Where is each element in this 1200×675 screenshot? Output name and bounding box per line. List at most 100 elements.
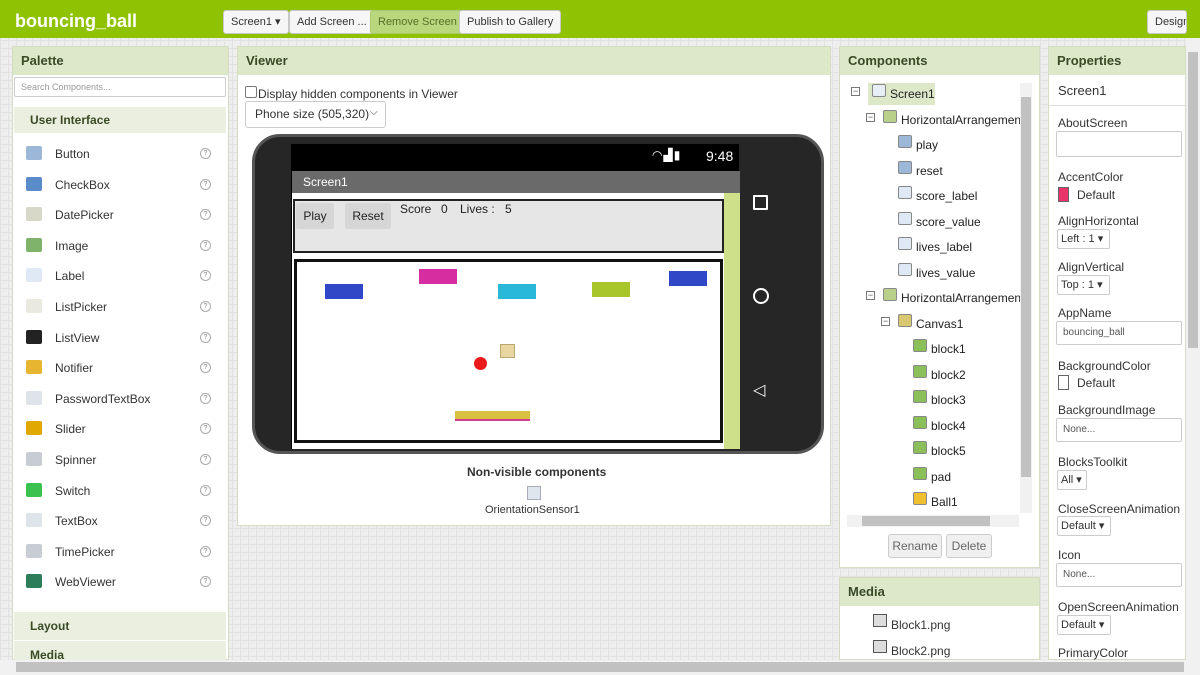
help-icon[interactable]: ? xyxy=(200,515,211,527)
category-user-interface[interactable]: User Interface xyxy=(14,107,226,133)
block3-sprite[interactable] xyxy=(498,284,536,299)
palette-item-button[interactable]: Button? xyxy=(26,144,216,164)
help-icon[interactable]: ? xyxy=(200,392,211,404)
components-scroll-thumb[interactable] xyxy=(1021,97,1031,477)
background-color-value[interactable]: Default xyxy=(1077,376,1115,390)
ball-sprite[interactable] xyxy=(474,357,487,370)
tree-node[interactable]: pad xyxy=(913,466,951,488)
tree-node[interactable]: block5 xyxy=(913,440,966,462)
align-vertical-select[interactable]: Top : 1 ▾ xyxy=(1057,275,1110,295)
help-icon[interactable]: ? xyxy=(200,301,211,312)
tree-node[interactable]: HorizontalArrangemen xyxy=(883,287,1021,309)
tree-node[interactable]: score_value xyxy=(898,211,981,233)
collapse-icon[interactable]: − xyxy=(866,291,875,300)
palette-item-checkbox[interactable]: CheckBox? xyxy=(26,175,216,195)
blocks-toolkit-select[interactable]: All ▾ xyxy=(1057,470,1087,490)
help-icon[interactable]: ? xyxy=(200,209,211,221)
palette-item-notifier[interactable]: Notifier? xyxy=(26,358,216,378)
help-icon[interactable]: ? xyxy=(200,484,211,496)
collapse-icon[interactable]: − xyxy=(866,112,875,122)
orientation-sensor-icon[interactable] xyxy=(527,486,541,500)
lives-label[interactable]: Lives : xyxy=(460,202,495,216)
palette-item-spinner[interactable]: Spinner? xyxy=(26,450,216,470)
align-horizontal-select[interactable]: Left : 1 ▾ xyxy=(1057,229,1110,249)
pad-sprite[interactable] xyxy=(455,411,530,421)
tree-node[interactable]: block4 xyxy=(913,415,966,437)
palette-item-textbox[interactable]: TextBox? xyxy=(26,511,216,531)
palette-item-slider[interactable]: Slider? xyxy=(26,419,216,439)
palette-item-listview[interactable]: ListView? xyxy=(26,328,216,348)
help-icon[interactable]: ? xyxy=(200,331,211,343)
tree-node[interactable]: lives_value xyxy=(898,262,975,284)
palette-item-webviewer[interactable]: WebViewer? xyxy=(26,572,216,592)
page-horizontal-scroll-thumb[interactable] xyxy=(16,662,1184,672)
palette-item-passwordtextbox[interactable]: PasswordTextBox? xyxy=(26,389,216,409)
delete-button[interactable]: Delete xyxy=(946,534,992,558)
help-icon[interactable]: ? xyxy=(200,454,211,465)
project-title: bouncing_ball xyxy=(15,11,138,31)
tree-node[interactable]: lives_label xyxy=(898,236,972,258)
help-icon[interactable]: ? xyxy=(200,178,211,190)
help-icon[interactable]: ? xyxy=(200,362,211,374)
palette-item-timepicker[interactable]: TimePicker? xyxy=(26,542,216,562)
block5-sprite[interactable] xyxy=(669,271,707,286)
designer-button[interactable]: Design xyxy=(1147,10,1187,34)
phone-size-select[interactable]: Phone size (505,320) xyxy=(245,101,386,128)
palette-item-switch[interactable]: Switch? xyxy=(26,481,216,501)
tree-node[interactable]: Canvas1 xyxy=(898,313,963,335)
publish-gallery-button[interactable]: Publish to Gallery xyxy=(459,10,562,34)
hidden-components-checkbox[interactable] xyxy=(245,86,257,98)
background-image-input[interactable]: None... xyxy=(1056,418,1182,442)
collapse-icon[interactable]: − xyxy=(881,316,890,326)
open-animation-select[interactable]: Default ▾ xyxy=(1057,615,1111,635)
help-icon[interactable]: ? xyxy=(200,148,211,159)
background-color-swatch[interactable] xyxy=(1058,375,1069,390)
tree-node[interactable]: HorizontalArrangemen xyxy=(883,109,1021,131)
tree-node[interactable]: block3 xyxy=(913,389,966,411)
palette-item-label[interactable]: Label? xyxy=(26,266,216,286)
category-media[interactable]: Media xyxy=(14,641,226,660)
tree-node[interactable]: play xyxy=(898,134,938,156)
search-components-input[interactable]: Search Components... xyxy=(14,77,226,97)
block1-sprite[interactable] xyxy=(325,284,363,299)
tree-node[interactable]: block2 xyxy=(913,364,966,386)
score-value[interactable]: 0 xyxy=(441,202,448,216)
app-name-input[interactable]: bouncing_ball xyxy=(1056,321,1182,345)
block4-sprite[interactable] xyxy=(592,282,630,297)
tree-node[interactable]: score_label xyxy=(898,185,977,207)
tree-node[interactable]: reset xyxy=(898,160,943,182)
components-hscroll-thumb[interactable] xyxy=(862,516,990,526)
icon-input[interactable]: None... xyxy=(1056,563,1182,587)
help-icon[interactable]: ? xyxy=(200,423,211,435)
collapse-icon[interactable]: − xyxy=(851,87,860,96)
palette-item-listpicker[interactable]: ListPicker? xyxy=(26,297,216,317)
score-label[interactable]: Score xyxy=(400,202,431,216)
close-animation-select[interactable]: Default ▾ xyxy=(1057,516,1111,536)
media-file-2[interactable]: Block2.png xyxy=(891,644,950,658)
tree-node[interactable]: Ball1 xyxy=(913,491,958,513)
reset-button[interactable]: Reset xyxy=(345,203,391,229)
rename-button[interactable]: Rename xyxy=(888,534,942,558)
screen-selector[interactable]: Screen1 ▾ xyxy=(223,10,289,34)
play-button[interactable]: Play xyxy=(296,203,334,229)
page-vertical-scroll-thumb[interactable] xyxy=(1188,52,1198,348)
add-screen-button[interactable]: Add Screen ... xyxy=(289,10,375,34)
media-file-1[interactable]: Block1.png xyxy=(891,618,950,632)
block2-sprite[interactable] xyxy=(419,269,457,284)
palette-item-datepicker[interactable]: DatePicker? xyxy=(26,205,216,225)
accent-color-swatch[interactable] xyxy=(1058,187,1069,202)
about-screen-input[interactable] xyxy=(1056,131,1182,157)
palette-item-image[interactable]: Image? xyxy=(26,236,216,256)
help-icon[interactable]: ? xyxy=(200,239,211,251)
tree-node[interactable]: Screen1 xyxy=(868,83,935,105)
tree-node[interactable]: block1 xyxy=(913,338,966,360)
arrangement-icon xyxy=(883,288,897,301)
orientation-sensor-label[interactable]: OrientationSensor1 xyxy=(485,504,580,516)
help-icon[interactable]: ? xyxy=(200,270,211,282)
help-icon[interactable]: ? xyxy=(200,576,211,588)
accent-color-value[interactable]: Default xyxy=(1077,188,1115,202)
help-icon[interactable]: ? xyxy=(200,545,211,557)
lives-value[interactable]: 5 xyxy=(505,202,512,216)
remove-screen-button[interactable]: Remove Screen xyxy=(370,10,465,34)
category-layout[interactable]: Layout xyxy=(14,612,226,640)
